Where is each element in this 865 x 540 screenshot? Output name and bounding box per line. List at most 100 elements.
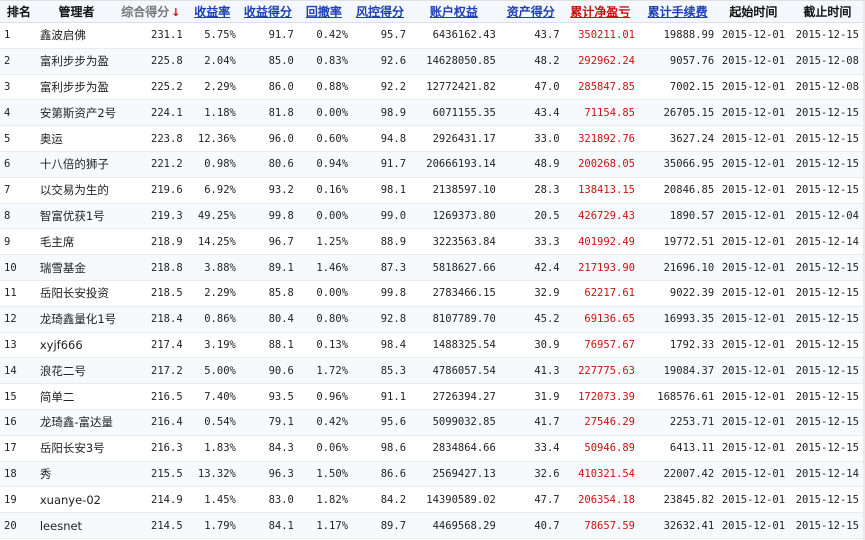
risk-score-cell: 84.2 bbox=[380, 493, 407, 506]
score-cell: 218.5 bbox=[151, 287, 183, 300]
manager-cell[interactable]: 龙琦鑫-富达量 bbox=[37, 414, 116, 430]
end-date-cell: 2015-12-15 bbox=[795, 261, 859, 274]
cum-fee-cell: 19888.99 bbox=[663, 29, 715, 42]
manager-cell[interactable]: 十八倍的狮子 bbox=[37, 156, 116, 172]
return-rate-cell: 3.19% bbox=[204, 338, 236, 351]
cum-fee-cell: 6413.11 bbox=[669, 442, 715, 455]
header-equity-sort[interactable]: 账户权益 bbox=[409, 3, 499, 20]
manager-cell[interactable]: 简单二 bbox=[37, 389, 116, 405]
table-row: 13 xyjf666 217.4 3.19% 88.1 0.13% 98.4 1488325.… bbox=[0, 333, 865, 359]
cum-fee-cell: 26705.15 bbox=[663, 106, 715, 119]
risk-score-cell: 85.3 bbox=[380, 364, 407, 377]
header-asset-score-sort[interactable]: 资产得分 bbox=[499, 3, 563, 20]
manager-cell[interactable]: 以交易为生的 bbox=[37, 182, 116, 198]
return-score-cell: 99.8 bbox=[268, 209, 294, 222]
end-date-cell: 2015-12-15 bbox=[795, 390, 859, 403]
manager-cell[interactable]: 秀 bbox=[37, 466, 116, 482]
return-rate-cell: 5.75% bbox=[204, 29, 236, 42]
rank-cell: 6 bbox=[4, 158, 11, 171]
end-date-cell: 2015-12-15 bbox=[795, 132, 859, 145]
equity-cell: 1488325.54 bbox=[432, 338, 496, 351]
equity-cell: 2569427.13 bbox=[432, 467, 496, 480]
end-date-cell: 2015-12-15 bbox=[795, 493, 859, 506]
score-cell: 218.8 bbox=[151, 261, 183, 274]
end-date-cell: 2015-12-08 bbox=[795, 80, 859, 93]
end-date-cell: 2015-12-15 bbox=[795, 184, 859, 197]
table-row: 2 富利步步为盈 225.8 2.04% 85.0 0.83% 92.6 14628050.8… bbox=[0, 48, 865, 75]
end-date-cell: 2015-12-14 bbox=[795, 467, 859, 480]
manager-cell[interactable]: 富利步步为盈 bbox=[37, 53, 116, 69]
return-score-cell: 85.0 bbox=[268, 55, 294, 68]
return-score-cell: 80.6 bbox=[268, 158, 294, 171]
table-row: 5 奥运 223.8 12.36% 96.0 0.60% 94.8 2926431.17 33.… bbox=[0, 126, 865, 152]
start-date-cell: 2015-12-01 bbox=[721, 467, 786, 480]
manager-cell[interactable]: 鑫波启佛 bbox=[37, 27, 116, 43]
header-return-score-sort[interactable]: 收益得分 bbox=[239, 3, 297, 20]
cum-pnl-cell: 292962.24 bbox=[578, 55, 635, 68]
manager-cell[interactable]: 浪花二号 bbox=[37, 363, 116, 379]
manager-cell[interactable]: 智富优获1号 bbox=[37, 208, 116, 224]
return-rate-cell: 1.83% bbox=[204, 442, 236, 455]
cum-fee-cell: 1792.33 bbox=[669, 338, 715, 351]
start-date-cell: 2015-12-01 bbox=[721, 338, 786, 351]
manager-cell[interactable]: 岳阳长安3号 bbox=[37, 440, 116, 456]
manager-cell[interactable]: xyjf666 bbox=[37, 338, 116, 352]
cum-pnl-cell: 217193.90 bbox=[578, 261, 635, 274]
manager-cell[interactable]: 安第斯资产2号 bbox=[37, 105, 116, 121]
manager-cell[interactable]: 富利步步为盈 bbox=[37, 79, 116, 95]
return-score-cell: 81.8 bbox=[268, 106, 294, 119]
score-cell: 217.4 bbox=[151, 338, 183, 351]
header-score-sort[interactable]: 综合得分 ↓ bbox=[116, 3, 186, 20]
rank-cell: 20 bbox=[4, 519, 17, 532]
risk-score-cell: 92.8 bbox=[380, 313, 407, 326]
start-date-cell: 2015-12-01 bbox=[721, 519, 786, 532]
header-risk-score-sort[interactable]: 风控得分 bbox=[351, 3, 409, 20]
manager-cell[interactable]: leesnet bbox=[37, 519, 116, 533]
rank-cell: 1 bbox=[4, 29, 11, 42]
end-date-cell: 2015-12-15 bbox=[795, 519, 859, 532]
cum-pnl-cell: 285847.85 bbox=[578, 80, 635, 93]
drawdown-cell: 0.60% bbox=[316, 132, 349, 145]
cum-fee-cell: 168576.61 bbox=[657, 390, 715, 403]
header-cum-pnl-sort[interactable]: 累计净盈亏 bbox=[563, 3, 638, 20]
rank-cell: 8 bbox=[4, 209, 11, 222]
equity-cell: 14390589.02 bbox=[426, 493, 496, 506]
table-body: 1 鑫波启佛 231.1 5.75% 91.7 0.42% 95.7 6436162.43 43… bbox=[0, 23, 865, 539]
header-drawdown-sort[interactable]: 回撤率 bbox=[297, 3, 351, 20]
cum-fee-cell: 32632.41 bbox=[663, 519, 715, 532]
return-score-cell: 86.0 bbox=[268, 80, 294, 93]
manager-cell[interactable]: xuanye-02 bbox=[37, 493, 116, 507]
manager-cell[interactable]: 瑞雪基金 bbox=[37, 260, 116, 276]
asset-score-cell: 45.2 bbox=[534, 313, 560, 326]
equity-cell: 2726394.27 bbox=[432, 390, 496, 403]
rank-cell: 4 bbox=[4, 106, 11, 119]
rank-cell: 12 bbox=[4, 313, 17, 326]
end-date-cell: 2015-12-15 bbox=[795, 106, 859, 119]
return-rate-cell: 49.25% bbox=[197, 209, 236, 222]
asset-score-cell: 33.4 bbox=[534, 442, 560, 455]
return-score-cell: 90.6 bbox=[268, 364, 294, 377]
asset-score-cell: 47.0 bbox=[534, 80, 560, 93]
header-end-date: 截止时间 bbox=[803, 5, 852, 19]
manager-cell[interactable]: 奥运 bbox=[37, 131, 116, 147]
start-date-cell: 2015-12-01 bbox=[721, 209, 786, 222]
cum-fee-cell: 22007.42 bbox=[663, 467, 715, 480]
asset-score-cell: 47.7 bbox=[534, 493, 560, 506]
start-date-cell: 2015-12-01 bbox=[721, 261, 786, 274]
manager-cell[interactable]: 毛主席 bbox=[37, 234, 116, 250]
return-rate-cell: 2.29% bbox=[204, 80, 236, 93]
equity-cell: 4786057.54 bbox=[432, 364, 496, 377]
score-cell: 219.3 bbox=[151, 209, 183, 222]
risk-score-cell: 94.8 bbox=[380, 132, 407, 145]
return-score-cell: 80.4 bbox=[268, 313, 294, 326]
header-return-rate-sort[interactable]: 收益率 bbox=[186, 3, 239, 20]
drawdown-cell: 0.42% bbox=[316, 29, 349, 42]
table-row: 3 富利步步为盈 225.2 2.29% 86.0 0.88% 92.2 12772421.8… bbox=[0, 75, 865, 101]
header-cum-fee-sort[interactable]: 累计手续费 bbox=[638, 3, 717, 20]
manager-cell[interactable]: 岳阳长安投资 bbox=[37, 285, 116, 301]
risk-score-cell: 91.1 bbox=[380, 390, 407, 403]
asset-score-cell: 20.5 bbox=[534, 209, 560, 222]
manager-cell[interactable]: 龙琦鑫量化1号 bbox=[37, 311, 116, 327]
end-date-cell: 2015-12-15 bbox=[795, 158, 859, 171]
return-rate-cell: 1.18% bbox=[204, 106, 236, 119]
